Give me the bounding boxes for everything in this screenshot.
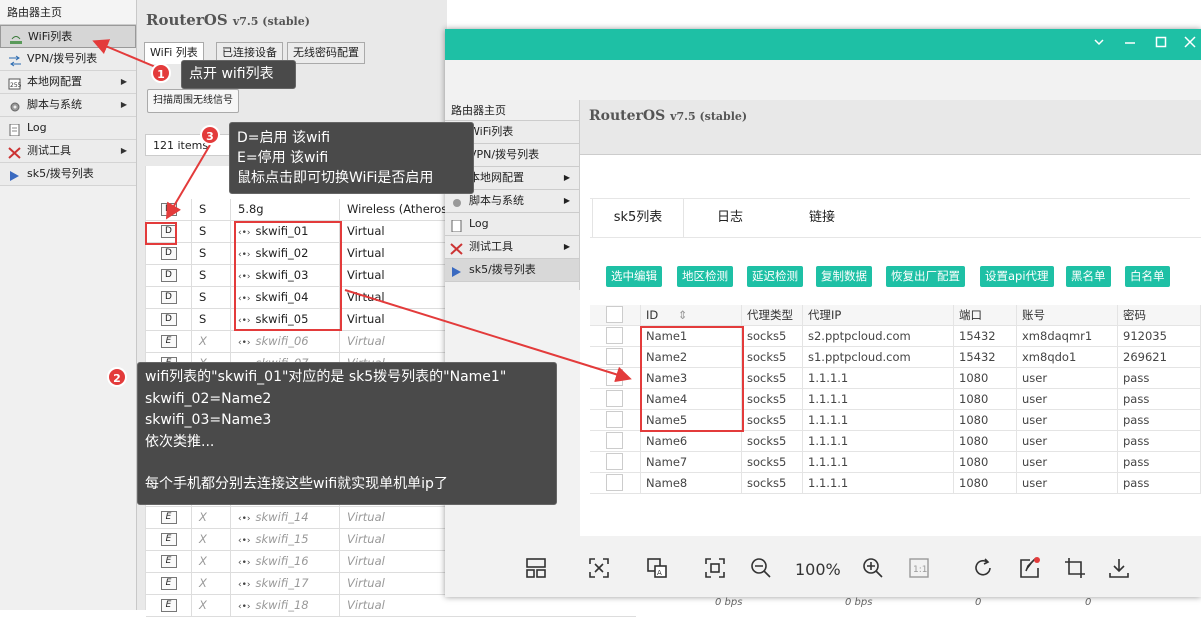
step-badge-3: 3 — [200, 125, 220, 145]
tip2-line — [145, 453, 549, 474]
tip-mapping-explain: wifi列表的"skwifi_01"对应的是 sk5拨号列表的"Name1" s… — [137, 362, 557, 505]
tip2-line: 每个手机都分别去连接这些wifi就实现单机单ip了 — [145, 476, 448, 492]
tip3-line: D=启用 该wifi — [237, 130, 331, 146]
tip2-line: wifi列表的"skwifi_01"对应的是 sk5拨号列表的"Name1" — [145, 369, 507, 385]
tip-open-wifi-list: 点开 wifi列表 — [181, 60, 296, 89]
tip2-line: skwifi_02=Name2 — [145, 390, 272, 407]
tip2-line: 依次类推... — [145, 433, 215, 450]
tip3-line: E=停用 该wifi — [237, 150, 329, 166]
step-badge-2: 2 — [107, 367, 127, 387]
step-badge-1: 1 — [151, 63, 171, 83]
annotation-arrows — [92, 39, 632, 383]
tip2-line: skwifi_03=Name3 — [145, 412, 272, 428]
tip-toggle-explain: D=启用 该wifi E=停用 该wifi 鼠标点击即可切换WiFi是否启用 — [229, 122, 474, 194]
tip3-line: 鼠标点击即可切换WiFi是否启用 — [237, 170, 434, 186]
